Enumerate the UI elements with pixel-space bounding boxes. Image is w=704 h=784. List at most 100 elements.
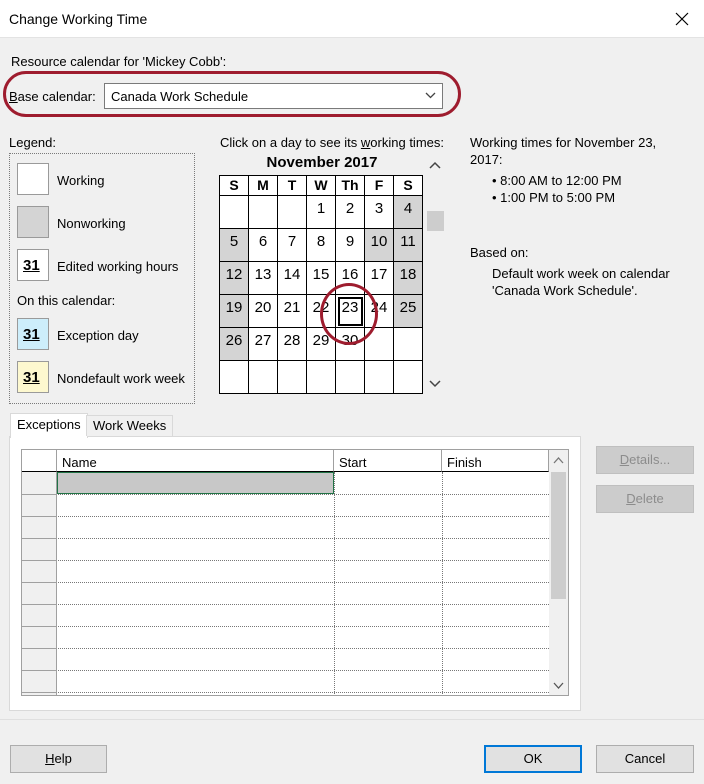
calendar-empty-cell bbox=[307, 361, 336, 394]
row-header[interactable] bbox=[22, 582, 57, 583]
chevron-down-icon[interactable] bbox=[552, 681, 565, 691]
legend-box: Working Nonworking 31 Edited working hou… bbox=[9, 153, 195, 404]
calendar-day[interactable]: 5 bbox=[220, 229, 249, 262]
based-on-line-2: 'Canada Work Schedule'. bbox=[492, 283, 638, 298]
help-accesskey: H bbox=[45, 751, 55, 766]
tab-exceptions[interactable]: Exceptions bbox=[10, 413, 88, 438]
calendar-empty-cell bbox=[278, 361, 307, 394]
row-header[interactable] bbox=[22, 494, 57, 495]
table-row bbox=[22, 604, 549, 605]
calendar-empty-cell bbox=[249, 196, 278, 229]
weekday-header: Th bbox=[336, 176, 365, 196]
column-divider bbox=[442, 472, 443, 695]
weekday-header: W bbox=[307, 176, 336, 196]
table-scrollbar[interactable] bbox=[549, 450, 568, 695]
calendar-day[interactable]: 28 bbox=[278, 328, 307, 361]
details-button[interactable]: Details... bbox=[596, 446, 694, 474]
calendar-day[interactable]: 14 bbox=[278, 262, 307, 295]
calendar-month-title: November 2017 bbox=[266, 154, 378, 171]
annotation-ellipse bbox=[3, 71, 461, 117]
row-header-column bbox=[22, 472, 57, 695]
row-header[interactable] bbox=[22, 692, 57, 693]
annotation-circle bbox=[320, 283, 378, 345]
calendar-instruction-accesskey: w bbox=[360, 135, 371, 150]
delete-label: elete bbox=[635, 491, 664, 506]
legend-title: Legend: bbox=[9, 135, 56, 150]
table-row bbox=[22, 582, 549, 583]
calendar-day[interactable]: 10 bbox=[365, 229, 394, 262]
legend-nondefault-label: Nondefault work week bbox=[57, 371, 185, 386]
window-title: Change Working Time bbox=[9, 11, 148, 27]
chevron-up-icon[interactable] bbox=[428, 158, 442, 172]
row-header[interactable] bbox=[22, 516, 57, 517]
calendar-empty-cell bbox=[336, 361, 365, 394]
calendar-day[interactable]: 17 bbox=[365, 262, 394, 295]
calendar-day[interactable]: 20 bbox=[249, 295, 278, 328]
row-header[interactable] bbox=[22, 626, 57, 627]
calendar-day[interactable]: 25 bbox=[394, 295, 423, 328]
delete-accesskey: D bbox=[626, 491, 636, 506]
calendar-day[interactable]: 12 bbox=[220, 262, 249, 295]
close-button[interactable] bbox=[664, 4, 700, 34]
cancel-button[interactable]: Cancel bbox=[596, 745, 694, 773]
legend-on-this-calendar: On this calendar: bbox=[17, 293, 116, 308]
calendar-day[interactable]: 27 bbox=[249, 328, 278, 361]
exception-swatch-number: 31 bbox=[23, 326, 40, 343]
based-on-line-1: Default work week on calendar bbox=[492, 266, 670, 281]
calendar-day[interactable]: 18 bbox=[394, 262, 423, 295]
calendar-day[interactable]: 7 bbox=[278, 229, 307, 262]
chevron-down-icon[interactable] bbox=[428, 377, 442, 391]
calendar-day[interactable]: 6 bbox=[249, 229, 278, 262]
calendar-day[interactable]: 2 bbox=[336, 196, 365, 229]
weekday-header: F bbox=[365, 176, 394, 196]
calendar-day[interactable]: 19 bbox=[220, 295, 249, 328]
column-header-name[interactable]: Name bbox=[57, 450, 334, 472]
help-label: elp bbox=[54, 751, 72, 766]
calendar-day[interactable]: 1 bbox=[307, 196, 336, 229]
legend-edited-label: Edited working hours bbox=[57, 259, 179, 274]
resource-calendar-label: Resource calendar for 'Mickey Cobb': bbox=[11, 54, 227, 69]
nonworking-swatch bbox=[17, 206, 49, 238]
working-times-heading-2: 2017: bbox=[470, 152, 503, 167]
column-header-finish[interactable]: Finish bbox=[442, 450, 549, 472]
table-row bbox=[22, 494, 549, 495]
table-corner bbox=[22, 450, 57, 472]
table-row bbox=[22, 538, 549, 539]
calendar-scroll-thumb[interactable] bbox=[427, 211, 444, 231]
title-bar: Change Working Time bbox=[0, 0, 704, 38]
calendar-day[interactable]: 26 bbox=[220, 328, 249, 361]
calendar-instruction-pre: Click on a day to see its bbox=[220, 135, 361, 150]
selected-name-cell[interactable] bbox=[57, 472, 334, 494]
weekday-header: M bbox=[249, 176, 278, 196]
calendar-day[interactable]: 9 bbox=[336, 229, 365, 262]
calendar-day[interactable]: 3 bbox=[365, 196, 394, 229]
row-header[interactable] bbox=[22, 538, 57, 539]
row-header[interactable] bbox=[22, 648, 57, 649]
edited-hours-swatch: 31 bbox=[17, 249, 49, 281]
tab-work-weeks[interactable]: Work Weeks bbox=[86, 415, 174, 436]
close-icon bbox=[675, 12, 689, 26]
working-times-heading-1: Working times for November 23, bbox=[470, 135, 657, 150]
table-scroll-thumb[interactable] bbox=[551, 472, 566, 599]
calendar-empty-cell bbox=[365, 361, 394, 394]
row-header[interactable] bbox=[22, 560, 57, 561]
help-button[interactable]: Help bbox=[10, 745, 107, 773]
calendar-day[interactable]: 8 bbox=[307, 229, 336, 262]
row-header[interactable] bbox=[22, 604, 57, 605]
row-header[interactable] bbox=[22, 670, 57, 671]
delete-button[interactable]: Delete bbox=[596, 485, 694, 513]
legend-nonworking-label: Nonworking bbox=[57, 216, 126, 231]
calendar-empty-cell bbox=[249, 361, 278, 394]
table-row bbox=[22, 670, 549, 671]
calendar-day[interactable]: 13 bbox=[249, 262, 278, 295]
table-row bbox=[22, 692, 549, 693]
nondefault-swatch-number: 31 bbox=[23, 369, 40, 386]
weekday-header: T bbox=[278, 176, 307, 196]
nondefault-week-swatch: 31 bbox=[17, 361, 49, 393]
column-header-start[interactable]: Start bbox=[334, 450, 442, 472]
ok-button[interactable]: OK bbox=[484, 745, 582, 773]
calendar-day[interactable]: 21 bbox=[278, 295, 307, 328]
calendar-day[interactable]: 4 bbox=[394, 196, 423, 229]
chevron-up-icon[interactable] bbox=[552, 455, 565, 465]
calendar-day[interactable]: 11 bbox=[394, 229, 423, 262]
